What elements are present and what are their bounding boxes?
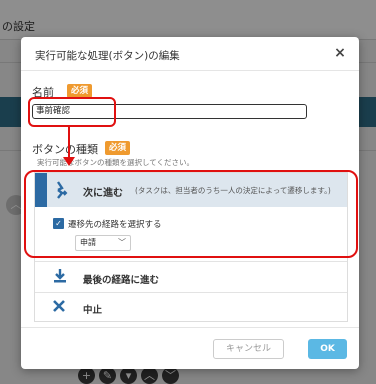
x-icon [53, 300, 65, 316]
ok-button[interactable]: OK [308, 339, 347, 359]
option-last-route[interactable]: 最後の経路に進む [35, 262, 347, 292]
close-button[interactable]: × [333, 45, 347, 61]
option-last-route-label: 最後の経路に進む [83, 275, 160, 286]
annotation-arrow-line [68, 127, 70, 159]
annotation-arrow-head [63, 157, 75, 166]
option-cancel-process-label: 中止 [83, 305, 103, 316]
dialog-title: 実行可能な処理(ボタン)の編集 [35, 50, 180, 62]
dialog-header: 実行可能な処理(ボタン)の編集 × [21, 37, 359, 71]
annotation-highlight-option [24, 170, 358, 258]
annotation-highlight-name [28, 97, 116, 127]
button-type-label: ボタンの種類 [32, 143, 98, 156]
button-type-hint: 実行可能なボタンの種類を選択してください。 [37, 158, 195, 167]
required-badge: 必須 [105, 141, 131, 155]
footer-divider [21, 327, 359, 328]
download-arrow-icon [53, 268, 67, 288]
required-badge: 必須 [67, 84, 93, 98]
cancel-button[interactable]: キャンセル [213, 339, 284, 359]
option-cancel-process[interactable]: 中止 [35, 293, 347, 322]
